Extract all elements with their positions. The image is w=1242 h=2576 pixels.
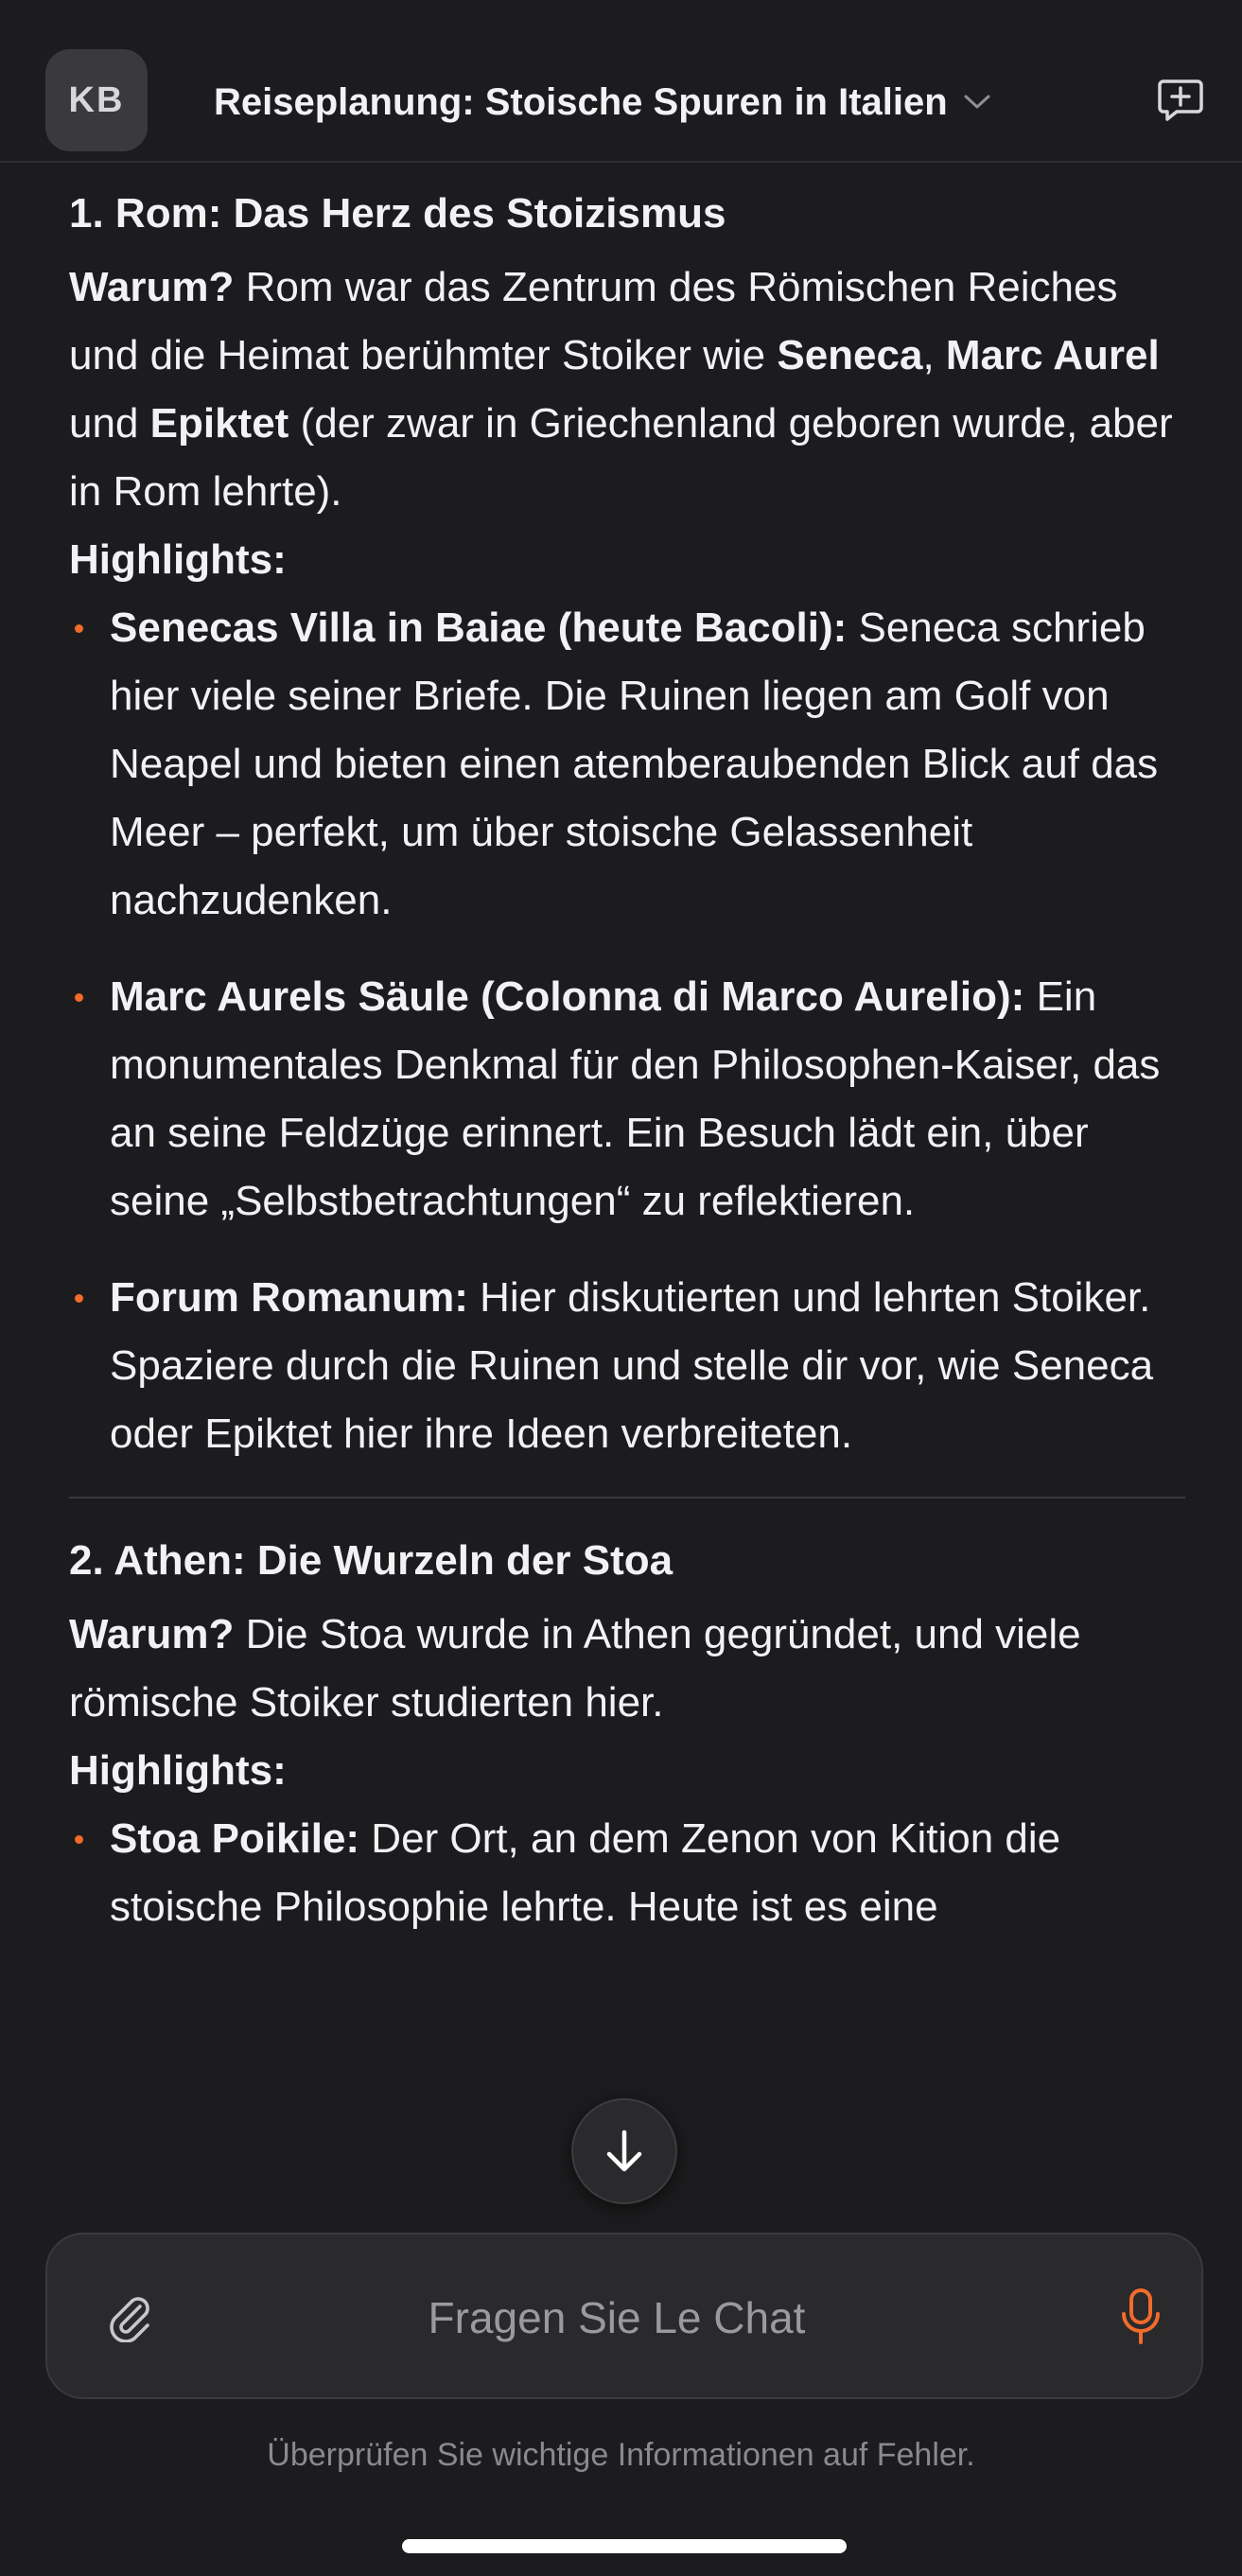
paperclip-icon[interactable] (104, 2291, 155, 2342)
why-label: Warum? (69, 264, 235, 310)
home-indicator (402, 2539, 847, 2553)
list-item-text: Seneca schrieb hier viele seiner Briefe.… (110, 605, 1159, 923)
divider (69, 1497, 1185, 1498)
list-item-title: Marc Aurels Säule (Colonna di Marco Aure… (110, 973, 1025, 1020)
scroll-to-bottom-button[interactable] (571, 2098, 677, 2204)
highlights-label: Highlights: (69, 1747, 287, 1794)
disclaimer: Überprüfen Sie wichtige Informationen au… (267, 2437, 975, 2473)
microphone-icon[interactable] (1120, 2287, 1162, 2346)
section-why: Warum? Die Stoa wurde in Athen gegründet… (69, 1601, 1185, 1737)
list-item: Stoa Poikile: Der Ort, an dem Zenon von … (69, 1805, 1185, 1941)
section-heading: 1. Rom: Das Herz des Stoizismus (69, 190, 726, 237)
why-text: , (922, 332, 946, 378)
assistant-message: 1. Rom: Das Herz des Stoizismus Warum? R… (69, 185, 1185, 1970)
conversation-title-dropdown[interactable]: Reiseplanung: Stoische Spuren in Italien (214, 74, 991, 131)
top-bar: KB Reiseplanung: Stoische Spuren in Ital… (0, 0, 1242, 163)
arrow-down-icon (606, 2129, 642, 2172)
list-item: Marc Aurels Säule (Colonna di Marco Aure… (69, 963, 1185, 1235)
conversation-title: Reiseplanung: Stoische Spuren in Italien (214, 80, 948, 123)
list-item-title: Senecas Villa in Baiae (heute Bacoli): (110, 605, 848, 651)
avatar-initials: KB (68, 79, 125, 120)
why-text: und (69, 400, 150, 447)
section-why: Warum? Rom war das Zentrum des Römischen… (69, 254, 1185, 526)
section-heading: 2. Athen: Die Wurzeln der Stoa (69, 1537, 673, 1584)
message-composer (45, 2233, 1203, 2399)
highlights-list: Stoa Poikile: Der Ort, an dem Zenon von … (69, 1805, 1185, 1941)
list-item-title: Stoa Poikile: (110, 1815, 360, 1862)
highlights-list: Senecas Villa in Baiae (heute Bacoli): S… (69, 594, 1185, 1468)
chevron-down-icon (964, 95, 990, 109)
new-chat-icon[interactable] (1156, 76, 1205, 125)
highlights-label: Highlights: (69, 536, 287, 583)
list-item-title: Forum Romanum: (110, 1274, 468, 1321)
why-label: Warum? (69, 1611, 235, 1657)
list-item: Senecas Villa in Baiae (heute Bacoli): S… (69, 594, 1185, 935)
name-marc-aurel: Marc Aurel (945, 332, 1160, 378)
name-epiktet: Epiktet (149, 400, 289, 447)
list-item: Forum Romanum: Hier diskutierten und leh… (69, 1264, 1185, 1468)
name-seneca: Seneca (777, 332, 923, 378)
avatar[interactable]: KB (45, 49, 148, 151)
message-input[interactable] (218, 2282, 1016, 2354)
